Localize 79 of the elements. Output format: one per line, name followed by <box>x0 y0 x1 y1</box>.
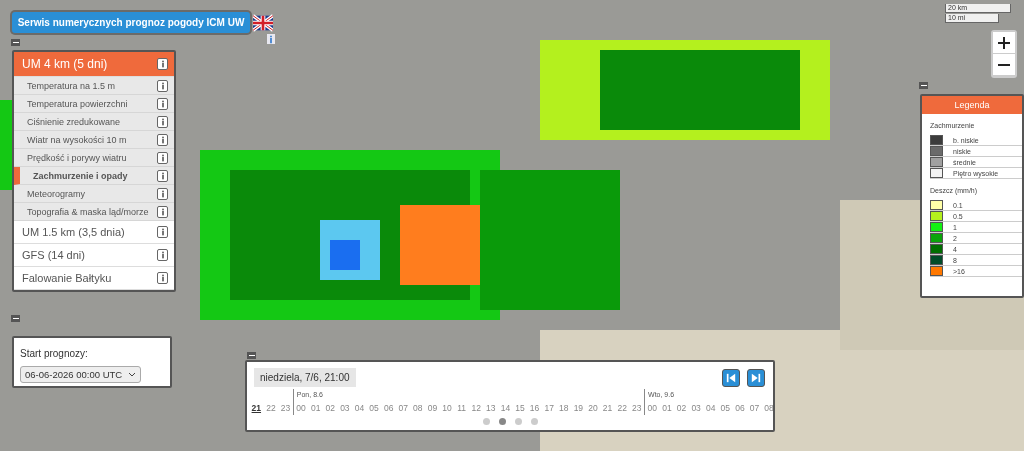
hour-item[interactable]: 21 <box>600 401 615 415</box>
info-icon[interactable] <box>157 58 168 70</box>
hour-item[interactable]: 18 <box>556 401 572 415</box>
hour-item[interactable]: 12 <box>468 401 484 415</box>
collapse-button[interactable] <box>919 82 928 89</box>
zoom-in-button[interactable] <box>993 32 1015 54</box>
hour-item[interactable]: 04 <box>703 401 718 415</box>
info-icon[interactable] <box>157 226 168 238</box>
hour-item[interactable]: 05 <box>366 401 382 415</box>
collapse-button[interactable] <box>11 315 20 322</box>
info-icon[interactable] <box>157 272 168 284</box>
hour-item[interactable]: 09 <box>425 401 440 415</box>
info-icon[interactable] <box>157 115 168 128</box>
hour-item[interactable]: 23 <box>629 401 645 415</box>
info-icon[interactable] <box>157 249 168 261</box>
skip-forward-icon <box>751 372 761 383</box>
caret-icon <box>128 372 137 377</box>
hour-item[interactable]: 22 <box>614 401 630 415</box>
plus-icon <box>998 36 1010 49</box>
info-icon[interactable] <box>157 133 168 146</box>
layer-menu-item[interactable]: Temperatura na 1.5 m <box>14 77 174 95</box>
hour-item[interactable]: 16 <box>527 401 542 415</box>
hour-item[interactable]: 08 <box>761 401 773 415</box>
info-icon[interactable] <box>157 187 168 200</box>
hour-item[interactable]: 10 <box>439 401 455 415</box>
hour-item[interactable]: 15 <box>512 401 528 415</box>
hour-item[interactable]: 00 <box>645 401 660 415</box>
hour-item[interactable]: 03 <box>688 401 704 415</box>
hour-item[interactable]: 06 <box>732 401 748 415</box>
skip-back-icon <box>726 372 736 383</box>
flag-icon[interactable] <box>253 13 273 33</box>
hour-item[interactable]: 23 <box>278 401 293 415</box>
page-dot[interactable] <box>498 418 506 425</box>
layer-menu-item[interactable]: Prędkość i porywy wiatru <box>14 149 174 167</box>
site-title: Serwis numerycznych prognoz pogody ICM UW <box>17 17 245 28</box>
info-icon[interactable] <box>157 151 168 164</box>
hour-item[interactable]: 01 <box>308 401 323 415</box>
hour-item[interactable]: 02 <box>322 401 338 415</box>
hour-item[interactable]: 05 <box>718 401 733 415</box>
hour-item[interactable]: 03 <box>337 401 353 415</box>
info-icon[interactable] <box>157 97 168 110</box>
layer-menu-item[interactable]: Meteorogramy <box>14 185 174 203</box>
hour-item[interactable]: 07 <box>747 401 762 415</box>
page-dot[interactable] <box>482 418 490 425</box>
layer-menu-item[interactable]: Zachmurzenie i opady <box>14 167 174 185</box>
hour-item[interactable]: 01 <box>659 401 675 415</box>
hour-item[interactable]: 14 <box>498 401 513 415</box>
start-select[interactable]: 06-06-2026 00:00 UTC <box>20 366 142 383</box>
model-menu-item[interactable]: UM 4 km (5 dni) <box>14 52 174 77</box>
hour-item[interactable]: 22 <box>263 401 279 415</box>
layer-menu-item[interactable]: Topografia & maska ląd/morze <box>14 203 174 221</box>
info-icon[interactable] <box>157 205 168 218</box>
page-dot[interactable] <box>530 418 538 425</box>
first-step-button[interactable] <box>722 368 740 387</box>
info-icon[interactable] <box>267 34 275 44</box>
layer-menu-item[interactable]: Wiatr na wysokości 10 m <box>14 131 174 149</box>
collapse-button[interactable] <box>11 39 20 46</box>
hour-item[interactable]: 17 <box>541 401 557 415</box>
hour-item[interactable]: 08 <box>410 401 426 415</box>
layer-menu-item[interactable]: Ciśnienie zredukowane <box>14 113 174 131</box>
hour-item[interactable]: 02 <box>674 401 689 415</box>
start-label: Start prognozy: <box>20 348 89 359</box>
collapse-button[interactable] <box>247 352 256 359</box>
hour-item[interactable]: 20 <box>585 401 601 415</box>
hour-item[interactable]: 00 <box>293 401 309 415</box>
layer-menu-item[interactable]: Temperatura powierzchni <box>14 95 174 113</box>
hour-item[interactable]: 21 <box>249 401 264 415</box>
current-time-label: niedziela, 7/6, 21:00 <box>254 368 356 387</box>
hour-item[interactable]: 11 <box>454 401 469 415</box>
info-icon[interactable] <box>157 79 168 92</box>
last-step-button[interactable] <box>747 368 765 387</box>
hour-item[interactable]: 04 <box>352 401 367 415</box>
page-dot[interactable] <box>514 418 522 425</box>
hour-item[interactable]: 19 <box>571 401 586 415</box>
info-icon[interactable] <box>157 169 168 182</box>
hour-item[interactable]: 07 <box>395 401 411 415</box>
legend-title: Legenda <box>922 96 1022 114</box>
hour-item[interactable]: 13 <box>483 401 499 415</box>
hour-item[interactable]: 06 <box>381 401 396 415</box>
